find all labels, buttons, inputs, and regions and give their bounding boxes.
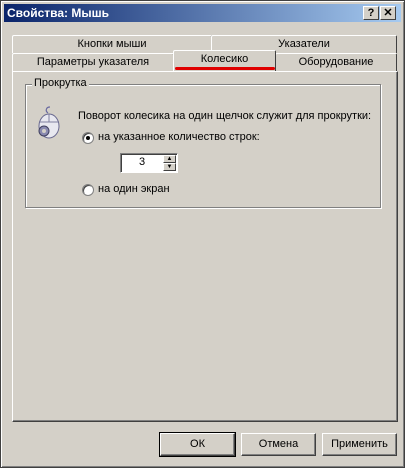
tab-hardware[interactable]: Оборудование — [275, 53, 397, 71]
apply-button[interactable]: Применить — [322, 433, 397, 456]
cancel-button[interactable]: Отмена — [241, 433, 316, 456]
spin-up-button[interactable]: ▲ — [163, 155, 176, 163]
tab-pointer-options[interactable]: Параметры указателя — [12, 53, 174, 71]
lines-spinner[interactable]: 3 ▲ ▼ — [120, 153, 178, 173]
chevron-up-icon: ▲ — [166, 156, 173, 162]
chevron-down-icon: ▼ — [166, 164, 173, 170]
radio-scroll-screen-label[interactable]: на один экран — [98, 183, 170, 195]
ok-button[interactable]: ОК — [159, 432, 236, 457]
tab-label: Указатели — [278, 38, 330, 50]
mouse-wheel-icon — [38, 106, 60, 139]
scroll-group-legend: Прокрутка — [32, 77, 89, 89]
radio-scroll-lines[interactable] — [82, 132, 94, 144]
lines-value[interactable]: 3 — [123, 156, 161, 168]
close-button[interactable]: ✕ — [380, 6, 396, 20]
tab-label: Кнопки мыши — [77, 38, 147, 50]
tab-label: Параметры указателя — [36, 56, 150, 68]
tab-panel-wheel: Прокрутка Поворот колесика на один щелчо… — [12, 71, 398, 422]
title-bar: Свойства: Мышь ? ✕ — [4, 4, 401, 22]
window-title: Свойства: Мышь — [7, 6, 109, 20]
tab-label: Оборудование — [298, 56, 374, 68]
close-icon: ✕ — [383, 7, 393, 19]
radio-scroll-screen[interactable] — [82, 184, 94, 196]
help-button[interactable]: ? — [363, 6, 379, 20]
radio-selected-dot — [86, 136, 90, 140]
scroll-description: Поворот колесика на один щелчок служит д… — [78, 110, 372, 122]
radio-scroll-lines-label[interactable]: на указанное количество строк: — [98, 131, 260, 143]
scroll-groupbox: Прокрутка Поворот колесика на один щелчо… — [25, 77, 381, 208]
tab-label: Колесико — [200, 53, 249, 65]
active-tab-underline — [175, 67, 275, 70]
mouse-properties-dialog: Свойства: Мышь ? ✕ Кнопки мыши Указатели… — [0, 0, 405, 468]
spin-down-button[interactable]: ▼ — [163, 163, 176, 171]
